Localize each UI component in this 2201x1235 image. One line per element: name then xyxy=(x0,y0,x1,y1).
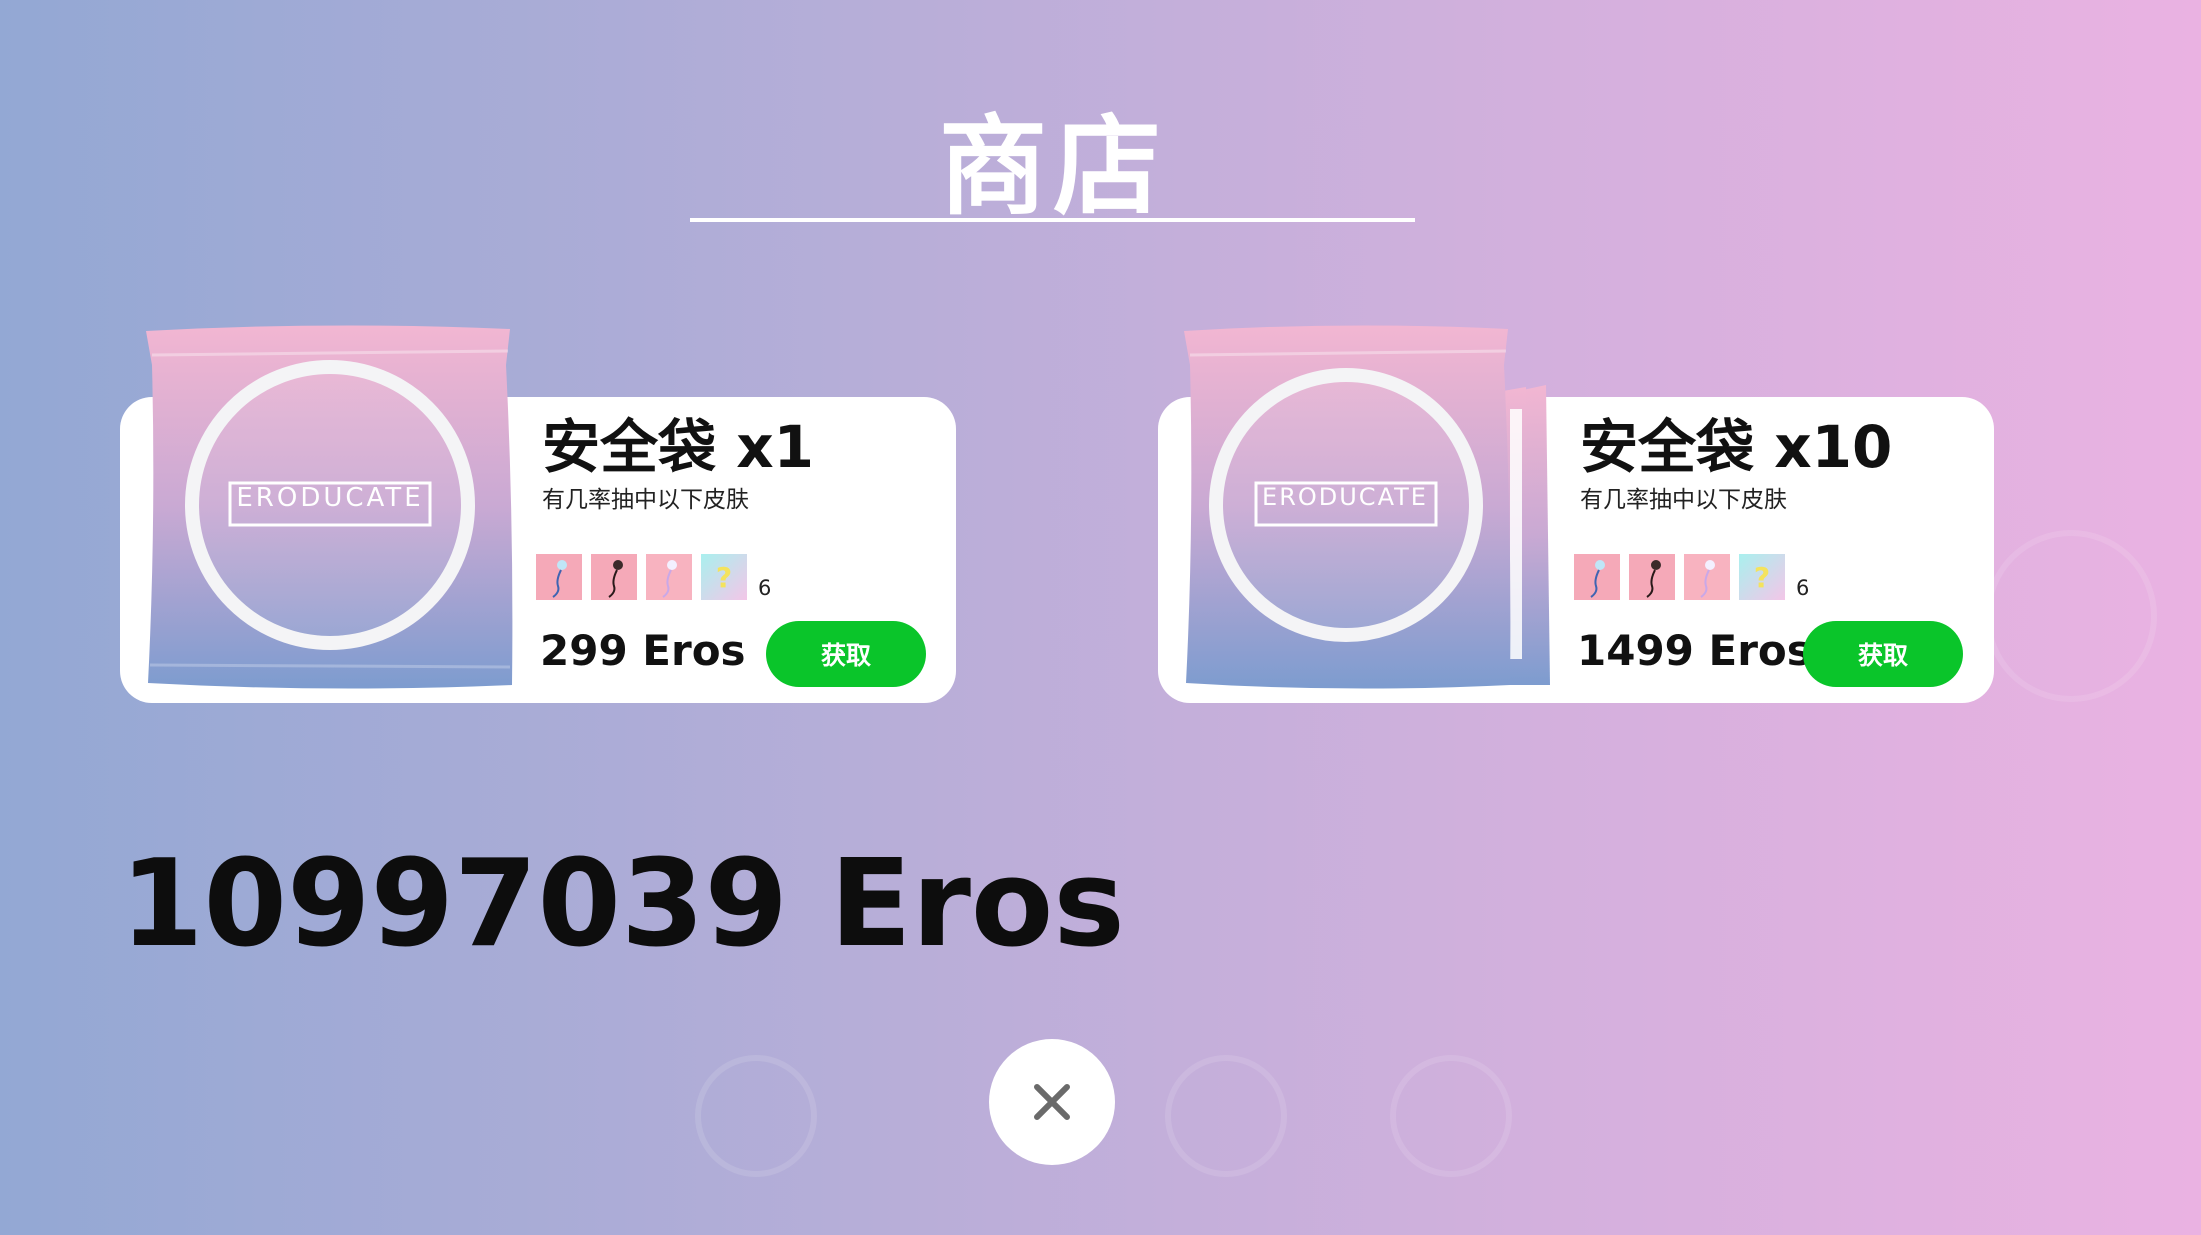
skin-preview-list: ? 6 xyxy=(1574,554,1809,600)
title-underline xyxy=(690,218,1415,222)
product-price: 1499 Eros xyxy=(1577,626,1812,675)
page-title: 商店 xyxy=(938,105,1167,230)
mystery-skin-icon: ? xyxy=(1739,554,1785,600)
mystery-skin-icon: ? xyxy=(701,554,747,600)
background-watermark xyxy=(1165,1055,1287,1177)
skin-count: 6 xyxy=(758,576,772,600)
skin-preview-list: ? 6 xyxy=(536,554,771,600)
get-button[interactable]: 获取 xyxy=(1803,621,1963,687)
eros-balance: 10997039 Eros xyxy=(120,835,1125,974)
pack-brand-label: ERODUCATE xyxy=(1262,483,1428,511)
close-icon xyxy=(1034,1084,1070,1120)
product-subtitle: 有几率抽中以下皮肤 xyxy=(1580,487,1787,513)
pack-brand-label: ERODUCATE xyxy=(236,483,424,513)
close-button[interactable] xyxy=(989,1039,1115,1165)
product-title: 安全袋 x1 xyxy=(542,413,814,481)
product-subtitle: 有几率抽中以下皮肤 xyxy=(542,487,749,513)
sperm-skin-dark-icon xyxy=(591,554,637,600)
background-watermark xyxy=(1390,1055,1512,1177)
get-button[interactable]: 获取 xyxy=(766,621,926,687)
background-watermark xyxy=(1985,530,2157,702)
sperm-skin-light-icon xyxy=(1684,554,1730,600)
sperm-skin-dark-icon xyxy=(1629,554,1675,600)
svg-text:?: ? xyxy=(716,561,732,594)
product-price: 299 Eros xyxy=(540,626,746,675)
sperm-skin-light-icon xyxy=(646,554,692,600)
svg-text:?: ? xyxy=(1754,561,1770,594)
product-title: 安全袋 x10 xyxy=(1580,413,1893,481)
background-watermark xyxy=(695,1055,817,1177)
sperm-skin-blue-icon xyxy=(1574,554,1620,600)
skin-count: 6 xyxy=(1796,576,1810,600)
sperm-skin-blue-icon xyxy=(536,554,582,600)
